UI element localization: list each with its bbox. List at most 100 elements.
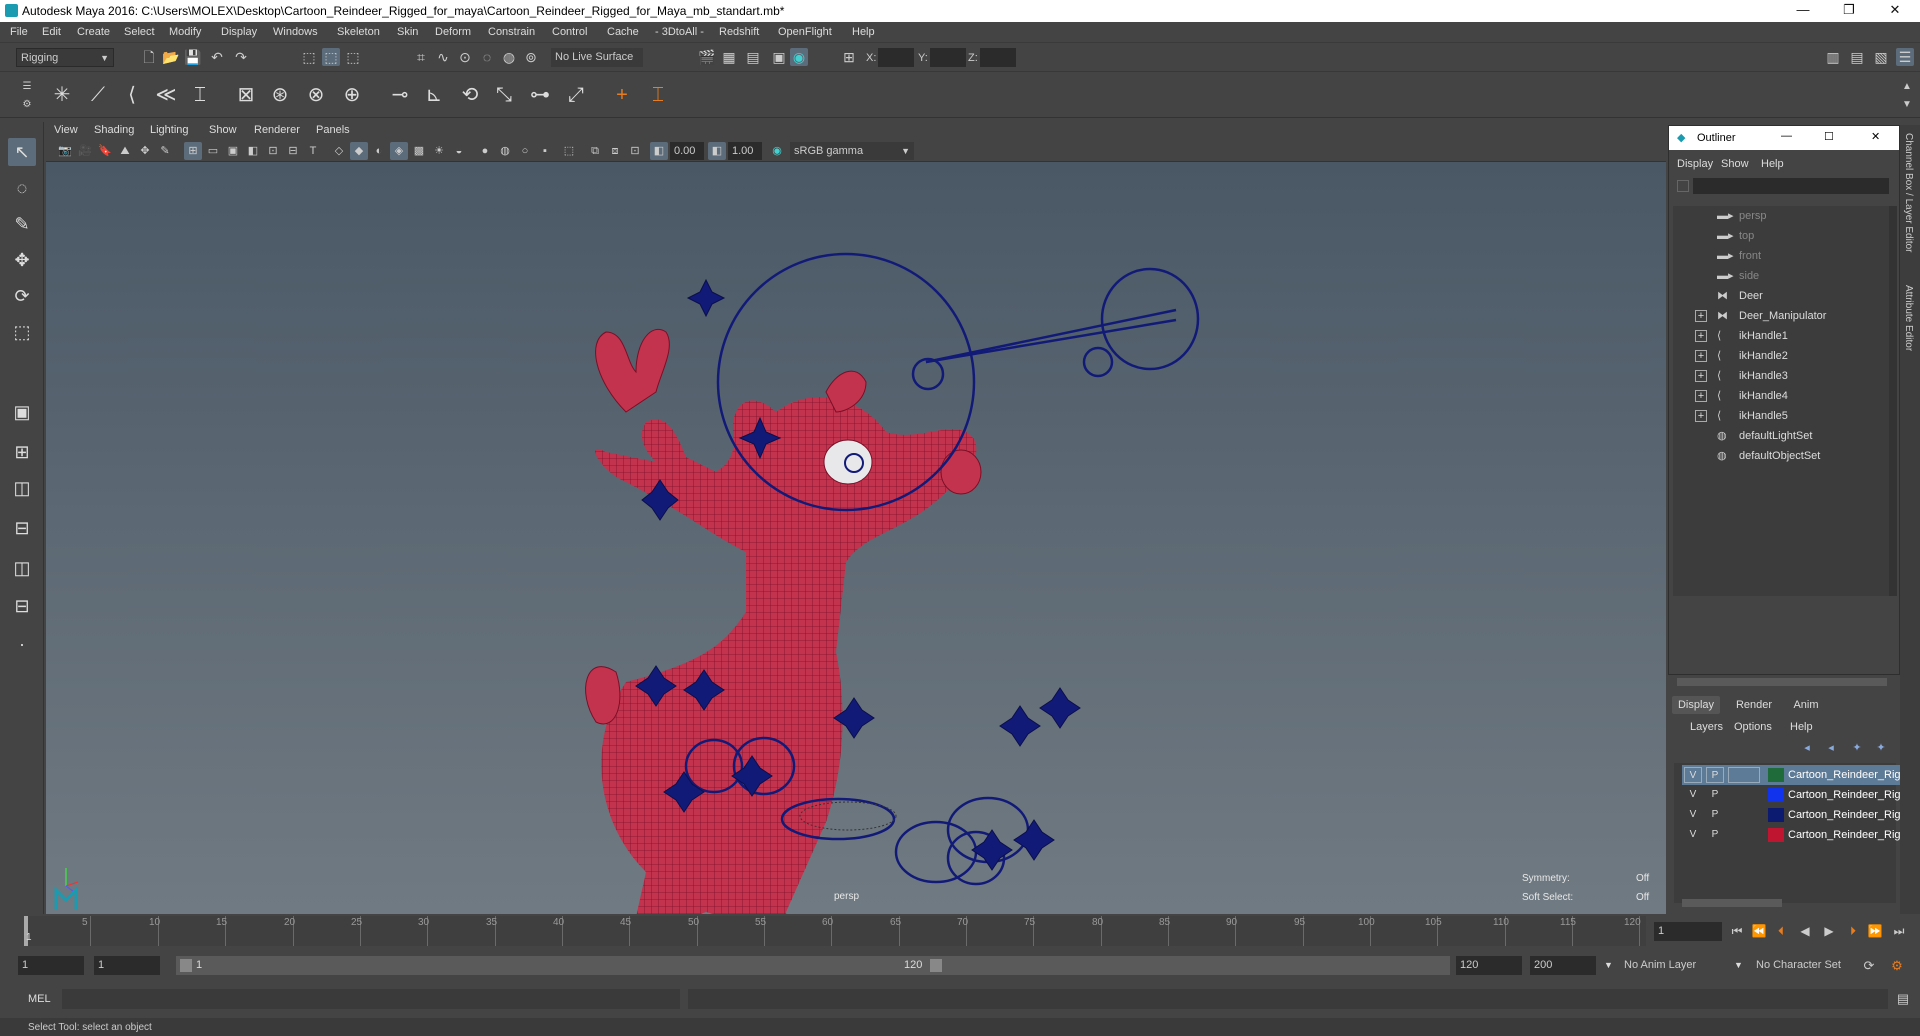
- scene-canvas[interactable]: [46, 162, 1666, 914]
- depth-of-field-icon[interactable]: ▪: [536, 142, 554, 160]
- outliner-item[interactable]: + ⟨ ikHandle3: [1673, 366, 1893, 386]
- channel-box-toggle-icon[interactable]: ☰: [1896, 48, 1914, 66]
- snap-view-plane-icon[interactable]: ◌: [478, 48, 496, 66]
- go-to-start-icon[interactable]: ⏮: [1728, 922, 1746, 940]
- film-gate-icon[interactable]: ▭: [204, 142, 222, 160]
- image-plane-icon[interactable]: ⛰: [116, 142, 134, 160]
- display-type-toggle[interactable]: [1728, 767, 1760, 783]
- hypershade-icon[interactable]: ◉: [790, 48, 808, 66]
- outliner-menu-show[interactable]: Show: [1721, 158, 1749, 170]
- layer-row[interactable]: V P Cartoon_Reindeer_Rigg: [1682, 805, 1900, 825]
- menu-modify[interactable]: Modify: [169, 26, 201, 38]
- menu-openflight[interactable]: OpenFlight: [778, 26, 832, 38]
- persp-hypershade-layout-icon[interactable]: ◫: [8, 554, 36, 582]
- x-coordinate-input[interactable]: [878, 48, 914, 67]
- outliner-menu-display[interactable]: Display: [1677, 158, 1713, 170]
- exposure-icon[interactable]: ◧: [650, 142, 668, 160]
- scale-tool-icon[interactable]: ⬚: [8, 318, 36, 346]
- viewport-menu-view[interactable]: View: [54, 124, 78, 136]
- outliner-item[interactable]: ▬▸ front: [1673, 246, 1893, 266]
- outliner-item[interactable]: ◍ defaultObjectSet: [1673, 446, 1893, 466]
- chevron-down-icon[interactable]: ▼: [1734, 960, 1743, 970]
- layer-color-swatch[interactable]: [1768, 788, 1784, 802]
- outliner-maximize-button[interactable]: ☐: [1824, 130, 1834, 143]
- render-current-icon[interactable]: ▦: [720, 48, 738, 66]
- rotate-tool-icon[interactable]: ⟳: [8, 282, 36, 310]
- viewport-menu-panels[interactable]: Panels: [316, 124, 350, 136]
- tab-display[interactable]: Display: [1672, 696, 1720, 714]
- locator-icon[interactable]: +: [608, 80, 636, 110]
- shadows-icon[interactable]: ◒: [450, 142, 468, 160]
- viewport-menu-show[interactable]: Show: [209, 124, 237, 136]
- open-scene-icon[interactable]: 📂: [162, 48, 180, 66]
- layer-color-swatch[interactable]: [1768, 768, 1784, 782]
- outliner-horizontal-scrollbar[interactable]: [1677, 678, 1887, 686]
- color-space-dropdown[interactable]: sRGB gamma ▼: [790, 142, 914, 160]
- end-time-input[interactable]: 200: [1530, 956, 1596, 975]
- layer-color-swatch[interactable]: [1768, 808, 1784, 822]
- visibility-toggle[interactable]: V: [1684, 827, 1702, 843]
- new-layer-selected-icon[interactable]: ✦: [1872, 739, 1890, 757]
- snap-grid-icon[interactable]: ⌗: [412, 48, 430, 66]
- outliner-item[interactable]: + ⟨ ikHandle5: [1673, 406, 1893, 426]
- color-management-icon[interactable]: ◉: [768, 142, 786, 160]
- shelf-scroll-down-icon[interactable]: ▼: [1898, 96, 1916, 114]
- menu-help[interactable]: Help: [852, 26, 875, 38]
- outliner-filter-icon[interactable]: [1677, 180, 1689, 192]
- undo-icon[interactable]: ↶: [208, 48, 226, 66]
- outliner-minimize-button[interactable]: —: [1781, 130, 1792, 142]
- transform-mode-icon[interactable]: ⊞: [840, 48, 858, 66]
- default-material-icon[interactable]: ◐: [370, 142, 388, 160]
- gamma-input[interactable]: 1.00: [728, 142, 762, 160]
- xray-icon[interactable]: ⧉: [586, 142, 604, 160]
- menu-control[interactable]: Control: [552, 26, 587, 38]
- outliner-item[interactable]: + ⟨ ikHandle1: [1673, 326, 1893, 346]
- point-constraint-icon[interactable]: ⊸: [386, 80, 414, 110]
- grease-pencil-icon[interactable]: ✎: [156, 142, 174, 160]
- outliner-item[interactable]: ▬▸ persp: [1673, 206, 1893, 226]
- grid-icon[interactable]: ⊞: [184, 142, 202, 160]
- playback-toggle[interactable]: P: [1706, 807, 1724, 823]
- gamma-icon[interactable]: ◧: [708, 142, 726, 160]
- select-tool-icon[interactable]: ↖: [8, 138, 36, 166]
- shelf-scroll-up-icon[interactable]: ▲: [1898, 78, 1916, 96]
- persp-outliner-layout-icon[interactable]: ◫: [8, 474, 36, 502]
- insert-joint-icon[interactable]: ≪: [152, 80, 180, 110]
- command-language-label[interactable]: MEL: [28, 993, 51, 1005]
- menu-skin[interactable]: Skin: [397, 26, 418, 38]
- menu-create[interactable]: Create: [77, 26, 110, 38]
- playback-toggle[interactable]: P: [1706, 787, 1724, 803]
- step-forward-key-icon[interactable]: ⏩: [1866, 922, 1884, 940]
- custom-layout-icon[interactable]: ·: [8, 630, 36, 658]
- xray-active-icon[interactable]: ⊡: [626, 142, 644, 160]
- redo-icon[interactable]: ↷: [232, 48, 250, 66]
- outliner-menu-help[interactable]: Help: [1761, 158, 1784, 170]
- bind-skin-icon[interactable]: ⌶: [186, 80, 214, 110]
- wrap-deformer-icon[interactable]: ⊗: [302, 80, 330, 110]
- anim-layer-dropdown[interactable]: No Anim Layer: [1620, 956, 1736, 975]
- step-forward-frame-icon[interactable]: ⏵: [1844, 922, 1862, 940]
- aim-constraint-icon[interactable]: ⊾: [420, 80, 448, 110]
- range-end-handle[interactable]: [930, 959, 942, 972]
- outliner-search-input[interactable]: [1693, 178, 1889, 194]
- lasso-tool-icon[interactable]: ◌: [8, 174, 36, 202]
- go-to-end-icon[interactable]: ⏭: [1890, 922, 1908, 940]
- range-start-handle[interactable]: [180, 959, 192, 972]
- visibility-toggle[interactable]: V: [1684, 767, 1702, 783]
- 2d-pan-zoom-icon[interactable]: ✥: [136, 142, 154, 160]
- expand-icon[interactable]: +: [1695, 410, 1707, 422]
- select-by-object-icon[interactable]: ⬚: [322, 48, 340, 66]
- animation-preferences-icon[interactable]: ⚙: [1888, 957, 1906, 975]
- new-scene-icon[interactable]: 🗋: [140, 48, 158, 66]
- menu-redshift[interactable]: Redshift: [719, 26, 759, 38]
- persp-graph-layout-icon[interactable]: ⊟: [8, 514, 36, 542]
- expand-icon[interactable]: +: [1695, 390, 1707, 402]
- script-editor-icon[interactable]: ▤: [1894, 990, 1912, 1008]
- layer-row[interactable]: V P Cartoon_Reindeer_Rigg: [1682, 785, 1900, 805]
- pole-vector-icon[interactable]: ⤢: [562, 80, 590, 110]
- layer-row[interactable]: V P Cartoon_Reindeer_Rigg: [1682, 825, 1900, 845]
- restore-button[interactable]: ❐: [1826, 0, 1872, 22]
- save-scene-icon[interactable]: 💾: [184, 48, 202, 66]
- wireframe-on-shaded-icon[interactable]: ◈: [390, 142, 408, 160]
- four-view-layout-icon[interactable]: ⊞: [8, 438, 36, 466]
